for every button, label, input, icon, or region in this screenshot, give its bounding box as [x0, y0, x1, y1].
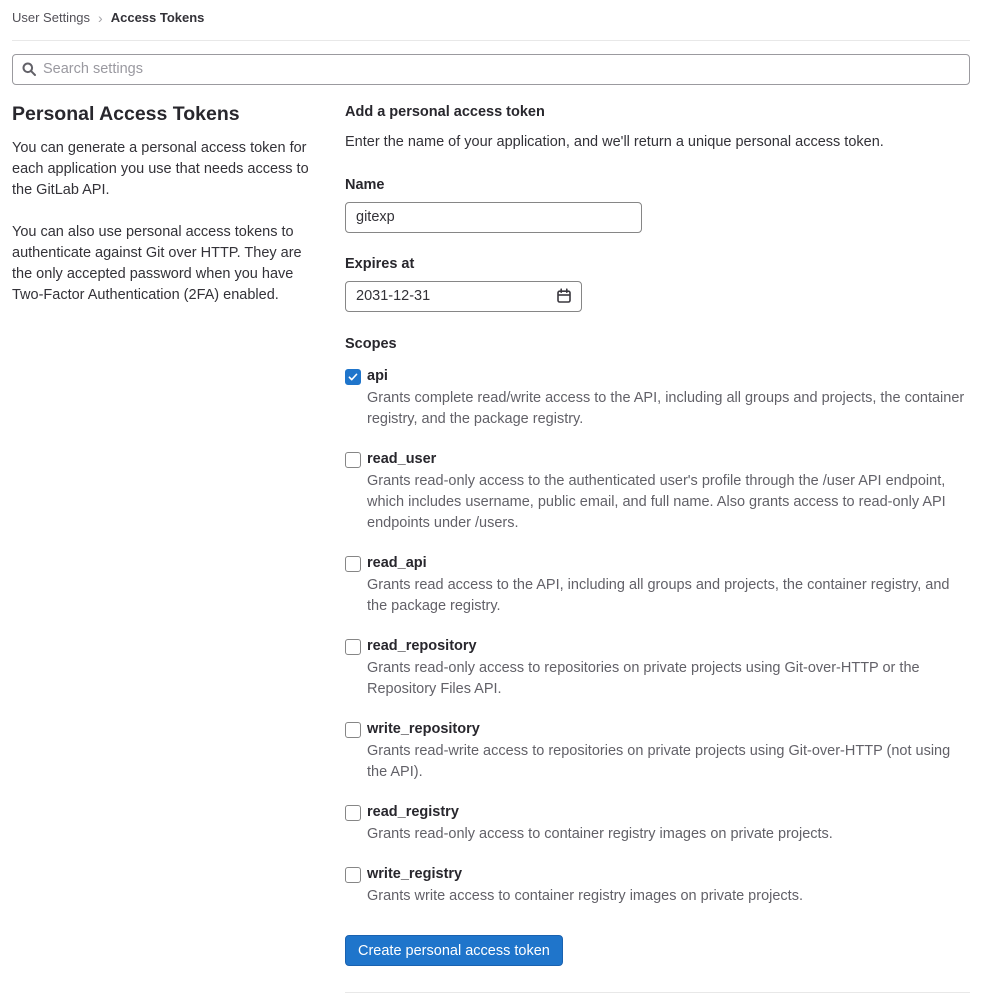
page-title: Personal Access Tokens — [12, 102, 240, 125]
scope-description: Grants read-only access to the authentic… — [367, 472, 946, 532]
expires-at-input[interactable] — [345, 280, 582, 312]
scope-label[interactable]: api — [367, 366, 970, 387]
scope-item: write_repository Grants read-write acces… — [345, 719, 970, 783]
scope-item: read_api Grants read access to the API, … — [345, 553, 970, 617]
scope-item: read_registry Grants read-only access to… — [345, 802, 970, 845]
expires-at-field — [345, 280, 582, 312]
scope-label[interactable]: read_registry — [367, 802, 970, 823]
checkmark-icon — [348, 373, 358, 381]
scope-description: Grants read-write access to repositories… — [367, 743, 951, 781]
settings-search — [12, 53, 970, 85]
form-subtitle: Enter the name of your application, and … — [345, 133, 884, 150]
scope-description: Grants write access to container registr… — [367, 888, 803, 905]
name-label: Name — [345, 176, 385, 193]
name-input[interactable] — [345, 201, 642, 233]
scope-label[interactable]: write_registry — [367, 864, 970, 885]
search-input[interactable] — [12, 53, 970, 85]
scope-checkbox[interactable] — [345, 556, 361, 573]
scope-description: Grants read-only access to container reg… — [367, 826, 833, 843]
scope-checkbox[interactable] — [345, 867, 361, 884]
scope-checkbox[interactable] — [345, 805, 361, 822]
scope-label[interactable]: write_repository — [367, 719, 970, 740]
breadcrumb-access-tokens: Access Tokens — [110, 10, 205, 25]
breadcrumb-user-settings[interactable]: User Settings — [12, 9, 90, 28]
content-columns: Personal Access Tokens You can generate … — [12, 102, 970, 993]
scope-label[interactable]: read_user — [367, 449, 970, 470]
scope-checkbox[interactable] — [345, 722, 361, 739]
create-token-button[interactable]: Create personal access token — [345, 935, 563, 967]
section-description: Personal Access Tokens You can generate … — [12, 102, 312, 993]
scope-item: api Grants complete read/write access to… — [345, 366, 970, 430]
description-paragraph: You can generate a personal access token… — [12, 140, 309, 199]
breadcrumb: User Settings › Access Tokens — [12, 0, 970, 40]
scope-description: Grants read access to the API, including… — [367, 577, 950, 615]
scope-item: read_repository Grants read-only access … — [345, 636, 970, 700]
scope-checkbox[interactable] — [345, 368, 361, 385]
token-form: Add a personal access token Enter the na… — [345, 102, 970, 993]
header-divider — [12, 39, 970, 41]
description-paragraph: You can also use personal access tokens … — [12, 224, 302, 304]
scope-description: Grants complete read/write access to the… — [367, 389, 965, 427]
scope-label[interactable]: read_api — [367, 553, 970, 574]
scope-checkbox[interactable] — [345, 451, 361, 468]
breadcrumb-separator-icon: › — [98, 10, 103, 27]
scopes-label: Scopes — [345, 335, 397, 352]
scope-item: write_registry Grants write access to co… — [345, 864, 970, 907]
search-icon — [22, 62, 36, 76]
expires-at-label: Expires at — [345, 255, 415, 272]
scope-checkbox[interactable] — [345, 639, 361, 656]
scope-label[interactable]: read_repository — [367, 636, 970, 657]
scopes-list: api Grants complete read/write access to… — [345, 366, 970, 907]
form-title: Add a personal access token — [345, 103, 545, 120]
scope-item: read_user Grants read-only access to the… — [345, 449, 970, 534]
scope-description: Grants read-only access to repositories … — [367, 660, 920, 698]
settings-page: User Settings › Access Tokens Personal A… — [0, 0, 993, 993]
